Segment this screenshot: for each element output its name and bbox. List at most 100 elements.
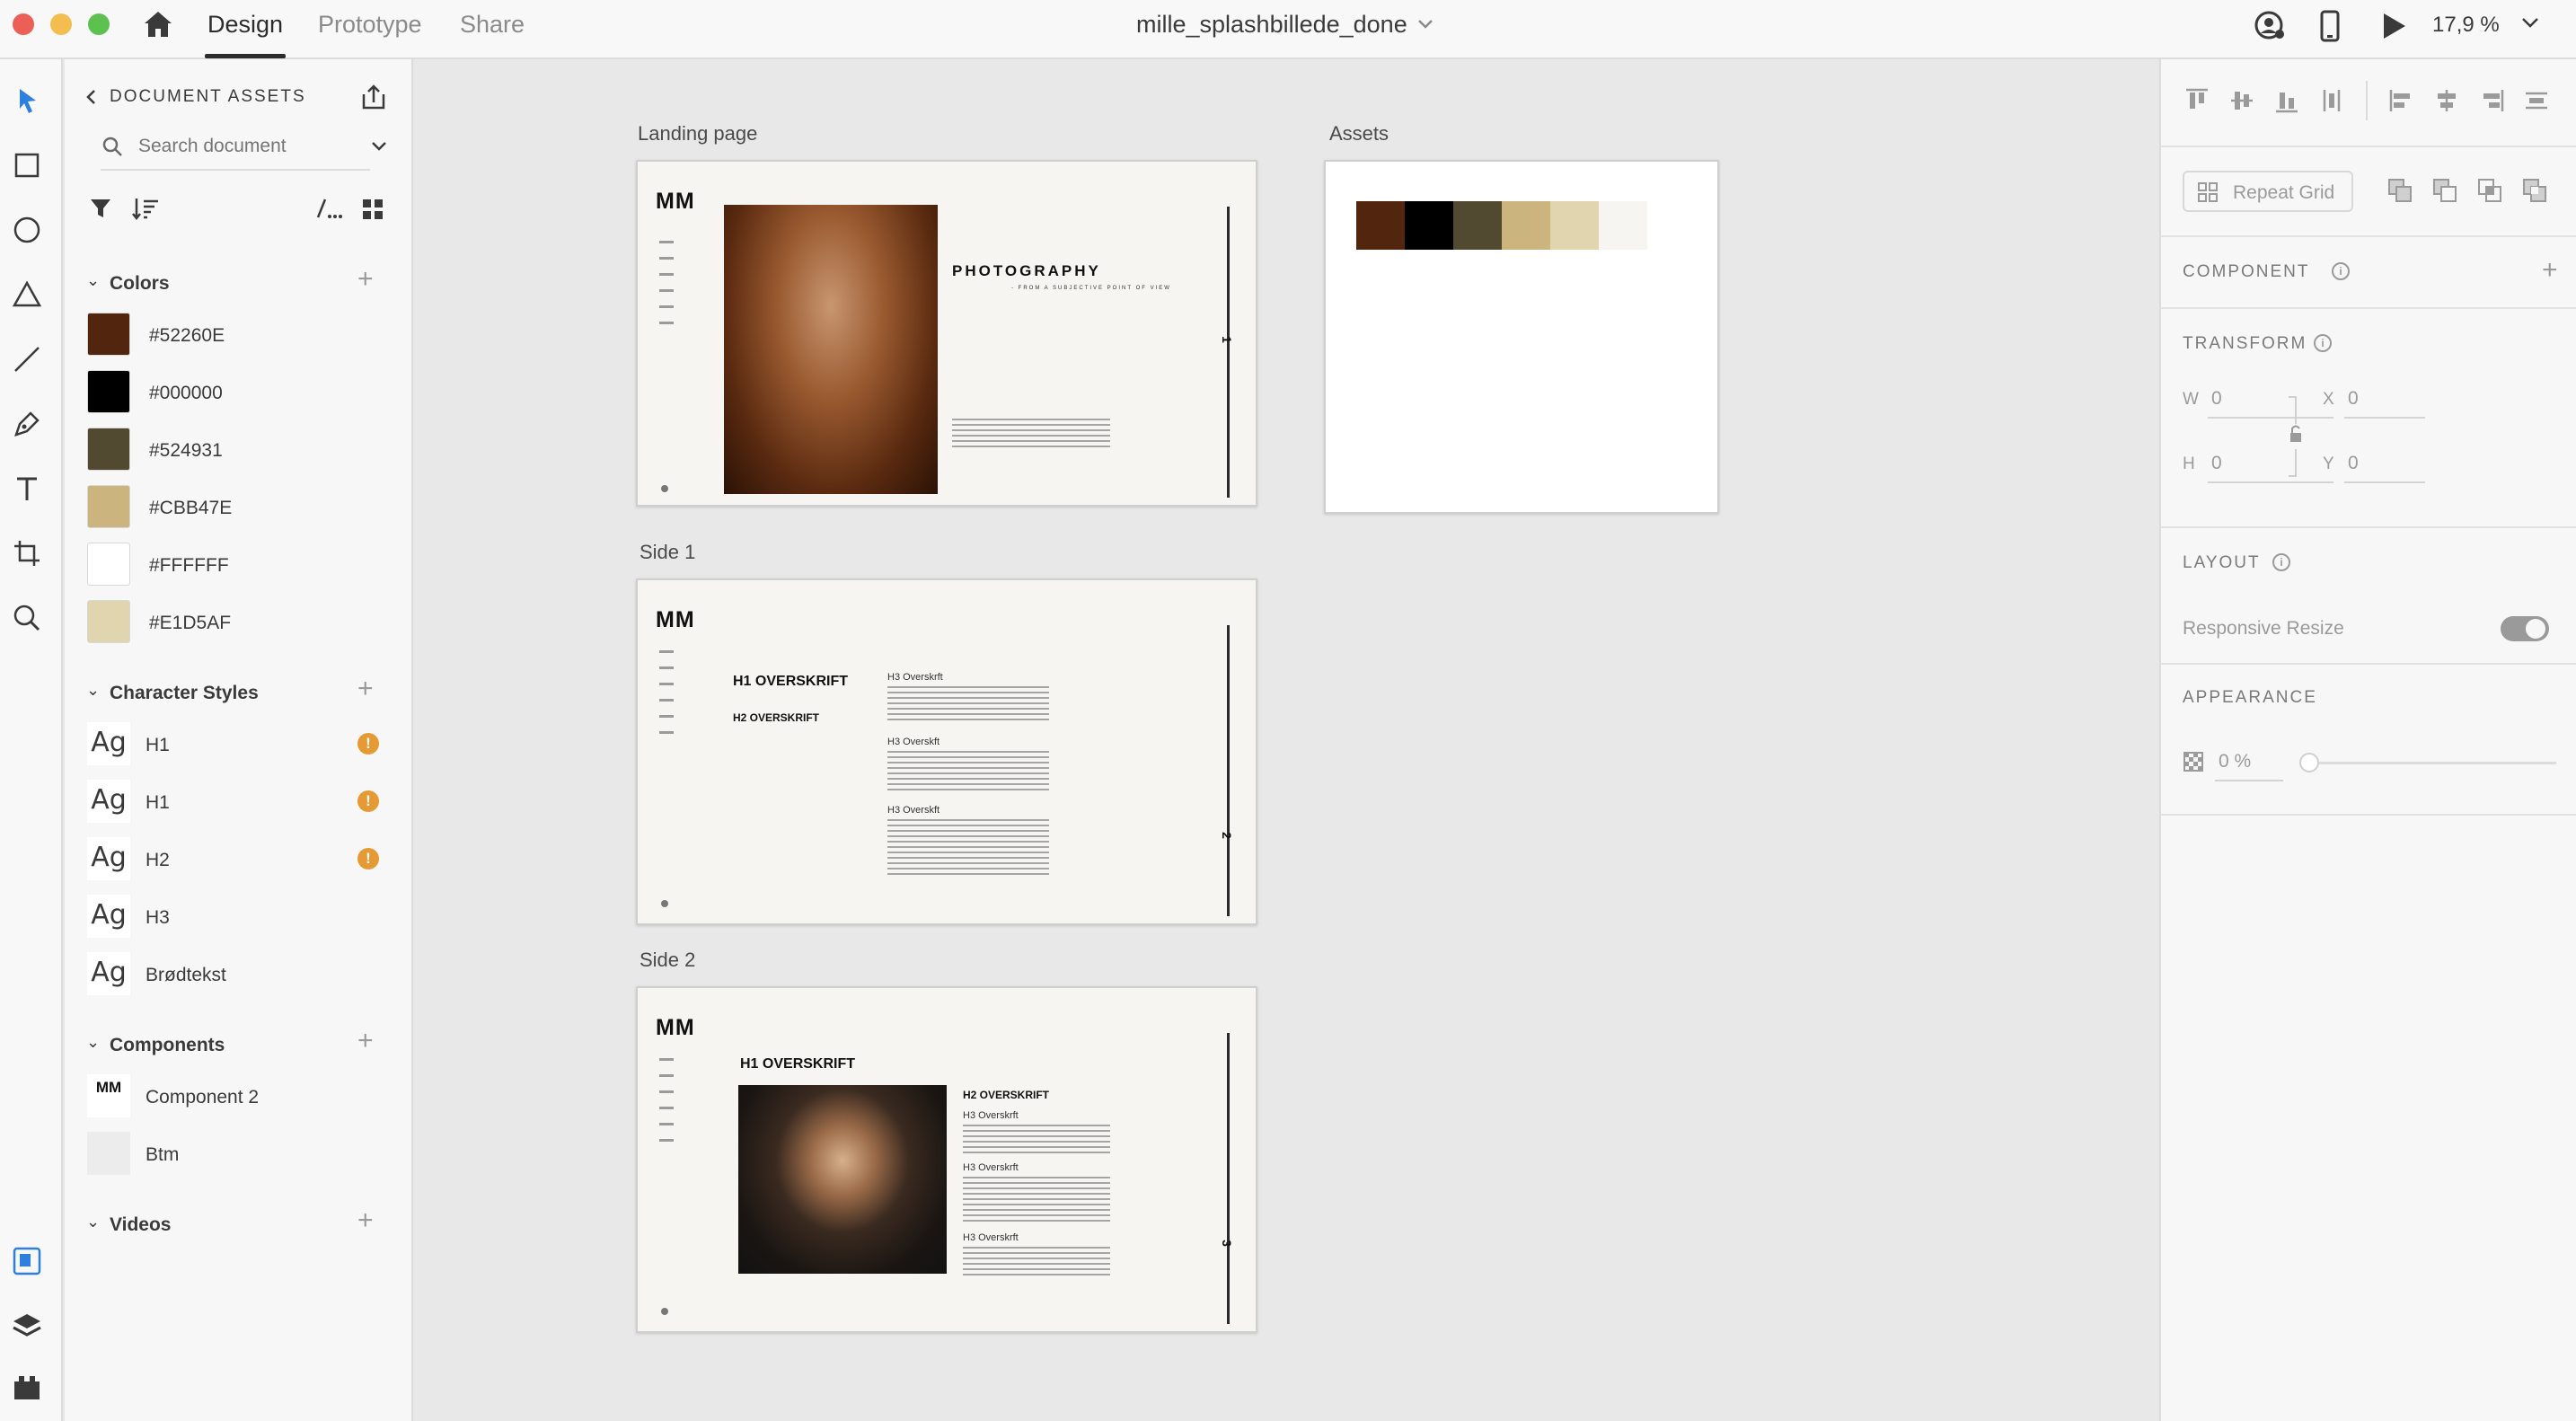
align-right-icon[interactable] xyxy=(2477,86,2506,115)
color-swatch[interactable] xyxy=(87,428,130,471)
artboard-side-1[interactable]: MM H1 OVERSKRIFT H2 OVERSKRIFT H3 Oversk… xyxy=(636,578,1257,925)
warning-icon[interactable]: ! xyxy=(357,733,379,755)
info-icon[interactable]: i xyxy=(2332,262,2350,280)
character-style-label[interactable]: H2 xyxy=(146,850,170,871)
ellipse-tool-icon[interactable] xyxy=(11,214,43,246)
close-window-button[interactable] xyxy=(13,13,34,35)
character-style-label[interactable]: H1 xyxy=(146,792,170,814)
color-swatch[interactable] xyxy=(87,313,130,356)
component-thumbnail[interactable] xyxy=(87,1132,130,1175)
color-label[interactable]: #CBB47E xyxy=(149,498,232,519)
character-style-label[interactable]: H1 xyxy=(146,735,170,756)
layers-icon[interactable] xyxy=(11,1310,43,1342)
polygon-tool-icon[interactable] xyxy=(11,278,43,311)
tab-design[interactable]: Design xyxy=(207,11,283,39)
tab-prototype[interactable]: Prototype xyxy=(318,11,422,39)
zoom-chevron-icon[interactable] xyxy=(2520,16,2540,31)
height-field[interactable]: 0 xyxy=(2211,453,2222,474)
component-thumbnail[interactable]: MM xyxy=(87,1074,130,1117)
videos-section-title[interactable]: Videos xyxy=(110,1214,171,1236)
maximize-window-button[interactable] xyxy=(88,13,110,35)
artboard-tool-icon[interactable] xyxy=(11,537,43,569)
info-icon[interactable]: i xyxy=(2272,553,2290,571)
align-center-icon[interactable] xyxy=(2432,86,2461,115)
play-icon[interactable] xyxy=(2380,12,2407,40)
zoom-tool-icon[interactable] xyxy=(11,602,43,634)
color-swatch[interactable] xyxy=(87,543,130,586)
add-component-icon[interactable]: + xyxy=(357,1028,374,1055)
color-swatch[interactable] xyxy=(87,370,130,413)
minimize-window-button[interactable] xyxy=(50,13,72,35)
export-icon[interactable] xyxy=(359,83,388,111)
rectangle-tool-icon[interactable] xyxy=(11,149,43,181)
y-field[interactable]: 0 xyxy=(2348,453,2359,474)
videos-collapse-icon[interactable]: ⌄ xyxy=(86,1213,100,1231)
device-preview-icon[interactable] xyxy=(2319,9,2341,43)
distribute-horizontal-icon[interactable] xyxy=(2522,86,2551,115)
warning-icon[interactable]: ! xyxy=(357,790,379,812)
filter-icon[interactable] xyxy=(88,196,113,221)
boolean-exclude-icon[interactable] xyxy=(2520,176,2549,205)
opacity-slider-track[interactable] xyxy=(2305,762,2556,764)
home-icon[interactable] xyxy=(142,9,174,40)
character-style-preview[interactable]: Ag xyxy=(87,952,130,995)
add-video-icon[interactable]: + xyxy=(357,1207,374,1234)
color-label[interactable]: #E1D5AF xyxy=(149,613,231,634)
document-title[interactable]: mille_splashbillede_done xyxy=(1136,11,1407,39)
colors-section-title[interactable]: Colors xyxy=(110,273,170,295)
sort-icon[interactable] xyxy=(131,196,160,221)
colors-collapse-icon[interactable]: ⌄ xyxy=(86,271,100,290)
design-canvas[interactable]: Landing page MM PHOTOGRAPHY - FROM A SUB… xyxy=(415,59,2157,1421)
search-filter-chevron-icon[interactable] xyxy=(370,140,388,153)
align-left-icon[interactable] xyxy=(2387,86,2416,115)
artboard-label[interactable]: Assets xyxy=(1329,122,1389,146)
back-chevron-icon[interactable] xyxy=(84,88,97,106)
distribute-vertical-icon[interactable] xyxy=(2317,86,2346,115)
search-input[interactable] xyxy=(138,131,354,162)
color-swatch[interactable] xyxy=(87,600,130,643)
chevron-down-icon[interactable] xyxy=(1416,18,1434,31)
artboard-side-2[interactable]: MM H1 OVERSKRIFT H2 OVERSKRIFT H3 Oversk… xyxy=(636,986,1257,1333)
artboard-label[interactable]: Side 2 xyxy=(640,949,695,972)
pen-tool-icon[interactable] xyxy=(11,408,43,440)
zoom-level[interactable]: 17,9 % xyxy=(2432,13,2500,38)
align-bottom-icon[interactable] xyxy=(2272,86,2301,115)
add-character-style-icon[interactable]: + xyxy=(357,675,374,702)
artboard-landing-page[interactable]: MM PHOTOGRAPHY - FROM A SUBJECTIVE POINT… xyxy=(636,160,1257,507)
color-swatch[interactable] xyxy=(87,485,130,528)
components-collapse-icon[interactable]: ⌄ xyxy=(86,1033,100,1052)
artboard-label[interactable]: Landing page xyxy=(638,122,757,146)
select-tool-icon[interactable] xyxy=(11,84,43,117)
warning-icon[interactable]: ! xyxy=(357,848,379,869)
character-styles-collapse-icon[interactable]: ⌄ xyxy=(86,681,100,700)
character-style-label[interactable]: H3 xyxy=(146,907,170,929)
boolean-intersect-icon[interactable] xyxy=(2475,176,2504,205)
user-icon[interactable] xyxy=(2254,11,2287,43)
components-section-title[interactable]: Components xyxy=(110,1035,225,1056)
opacity-slider-thumb[interactable] xyxy=(2299,753,2319,772)
document-assets-icon[interactable] xyxy=(11,1245,43,1277)
artboard-assets[interactable] xyxy=(1324,160,1719,514)
character-style-preview[interactable]: Ag xyxy=(87,895,130,938)
list-view-icon[interactable] xyxy=(314,196,343,221)
boolean-add-icon[interactable] xyxy=(2386,176,2414,205)
align-top-icon[interactable] xyxy=(2183,86,2211,115)
color-label[interactable]: #FFFFFF xyxy=(149,555,229,577)
info-icon[interactable]: i xyxy=(2314,334,2332,352)
component-label[interactable]: Btm xyxy=(146,1144,179,1166)
character-style-preview[interactable]: Ag xyxy=(87,780,130,823)
responsive-resize-toggle[interactable] xyxy=(2501,616,2549,641)
color-label[interactable]: #000000 xyxy=(149,383,223,404)
repeat-grid-button[interactable]: Repeat Grid xyxy=(2183,171,2353,212)
grid-view-icon[interactable] xyxy=(361,198,384,221)
lock-aspect-icon[interactable] xyxy=(2287,393,2314,480)
color-label[interactable]: #524931 xyxy=(149,440,223,462)
character-style-preview[interactable]: Ag xyxy=(87,837,130,880)
opacity-field[interactable]: 0 % xyxy=(2219,751,2251,772)
character-style-label[interactable]: Brødtekst xyxy=(146,965,226,986)
align-middle-icon[interactable] xyxy=(2228,86,2256,115)
text-tool-icon[interactable] xyxy=(11,472,43,505)
boolean-subtract-icon[interactable] xyxy=(2430,176,2459,205)
width-field[interactable]: 0 xyxy=(2211,388,2222,410)
plugins-icon[interactable] xyxy=(11,1371,43,1403)
